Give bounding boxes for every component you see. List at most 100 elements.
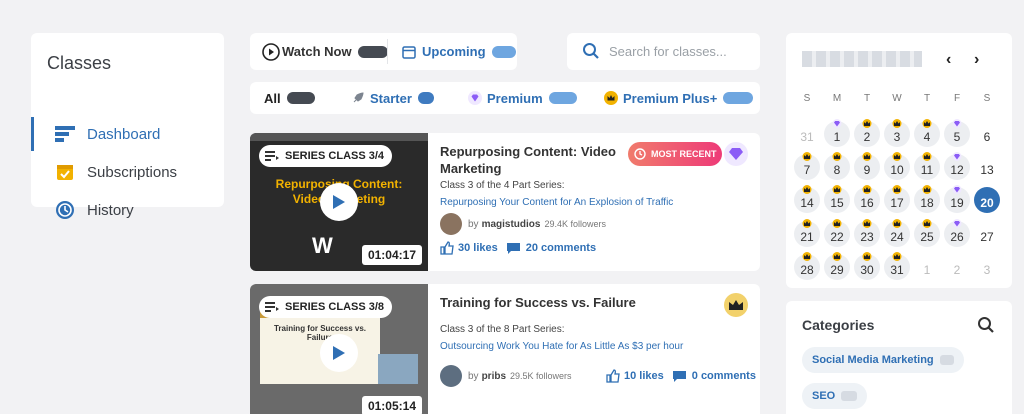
avatar[interactable] — [440, 365, 462, 387]
search-input[interactable]: Search for classes... — [609, 44, 727, 59]
calendar-day[interactable]: 4 — [914, 119, 940, 147]
calendar-day: 1 — [923, 263, 931, 277]
by-label: by — [468, 370, 479, 382]
crown-icon — [802, 217, 812, 228]
class-title[interactable]: Repurposing Content: Video Marketing — [440, 143, 620, 177]
categories-card: Categories Social Media Marketing SEO — [786, 301, 1012, 414]
calendar-day[interactable]: 2 — [854, 119, 880, 147]
calendar-day[interactable]: 25 — [914, 219, 940, 247]
calendar-next-button[interactable]: › — [974, 51, 979, 69]
calendar-day[interactable]: 26 — [944, 219, 970, 247]
calendar-day[interactable]: 16 — [854, 185, 880, 213]
calendar-day-today[interactable]: 20 — [974, 187, 1000, 213]
divider — [387, 39, 388, 64]
likes-count[interactable]: 10 likes — [624, 370, 664, 382]
calendar-day[interactable]: 23 — [854, 219, 880, 247]
play-button[interactable] — [320, 334, 358, 372]
class-card[interactable]: Repurposing Content: Video Marketing W S… — [250, 133, 760, 271]
crown-icon — [892, 250, 902, 261]
series-badge: SERIES CLASS 3/8 — [259, 296, 393, 318]
crown-icon — [922, 183, 932, 194]
calendar-day[interactable]: 1 — [824, 119, 850, 147]
calendar-icon — [402, 45, 416, 59]
calendar-day[interactable]: 30 — [854, 252, 880, 280]
calendar-day[interactable]: 7 — [794, 152, 820, 180]
count-badge — [357, 45, 388, 58]
play-circle-icon — [262, 42, 280, 61]
calendar-day[interactable]: 12 — [944, 152, 970, 180]
class-series-info: Class 3 of the 4 Part Series: — [440, 180, 565, 191]
calendar-day[interactable]: 5 — [944, 119, 970, 147]
calendar-day[interactable]: 19 — [944, 185, 970, 213]
calendar-day[interactable]: 29 — [824, 252, 850, 280]
avatar[interactable] — [440, 213, 462, 235]
author-name[interactable]: pribs — [482, 371, 506, 382]
thumbs-up-icon[interactable] — [606, 369, 620, 383]
diamond-icon — [832, 117, 842, 128]
filter-premium-plus[interactable]: Premium Plus+ — [604, 82, 754, 114]
calendar-day[interactable]: 15 — [824, 185, 850, 213]
calendar-day[interactable]: 14 — [794, 185, 820, 213]
calendar-day[interactable]: 13 — [974, 154, 1000, 180]
calendar-day[interactable]: 24 — [884, 219, 910, 247]
calendar-day[interactable]: 17 — [884, 185, 910, 213]
class-title[interactable]: Training for Success vs. Failure — [440, 294, 740, 311]
sidebar-item-history[interactable]: History — [31, 191, 224, 229]
calendar-day[interactable]: 8 — [824, 152, 850, 180]
premium-badge — [724, 142, 748, 166]
likes-count[interactable]: 30 likes — [458, 242, 498, 254]
author-name[interactable]: magistudios — [482, 219, 541, 230]
sidebar-item-dashboard[interactable]: Dashboard — [31, 115, 224, 153]
comment-icon[interactable] — [672, 370, 687, 383]
filter-starter[interactable]: Starter — [352, 82, 434, 114]
calendar-day[interactable]: 22 — [824, 219, 850, 247]
thumbs-up-icon[interactable] — [440, 241, 454, 255]
count-badge — [841, 391, 858, 401]
comments-count[interactable]: 20 comments — [526, 242, 596, 254]
calendar-day[interactable]: 21 — [794, 219, 820, 247]
category-chip[interactable]: Social Media Marketing — [802, 347, 964, 373]
classes-card: Classes Dashboard Subscriptions History — [31, 33, 224, 219]
search-box[interactable]: Search for classes... — [567, 33, 760, 70]
crown-icon — [922, 117, 932, 128]
diamond-icon — [952, 183, 962, 194]
calendar-day[interactable]: 31 — [884, 252, 910, 280]
badge-label: MOST RECENT — [651, 149, 717, 159]
calendar-day[interactable]: 27 — [974, 221, 1000, 247]
calendar-day[interactable]: 6 — [974, 121, 1000, 147]
diamond-icon — [952, 117, 962, 128]
calendar-day[interactable]: 10 — [884, 152, 910, 180]
chip-label: SEO — [812, 390, 836, 402]
video-thumbnail[interactable]: Repurposing Content: Video Marketing W S… — [250, 133, 428, 271]
diamond-icon — [728, 147, 744, 161]
crown-icon — [892, 183, 902, 194]
presenter-webcam — [378, 354, 418, 384]
crown-icon — [862, 117, 872, 128]
calendar-day[interactable]: 3 — [884, 119, 910, 147]
calendar-prev-button[interactable]: ‹ — [946, 51, 951, 69]
video-thumbnail[interactable]: Training for Success vs. Failure SERIES … — [250, 284, 428, 414]
calendar-day[interactable]: 28 — [794, 252, 820, 280]
calendar-day[interactable]: 11 — [914, 152, 940, 180]
comment-icon[interactable] — [506, 242, 521, 255]
search-icon[interactable] — [977, 316, 995, 339]
filter-bar: All Starter Premium Premium Plus+ — [250, 82, 760, 114]
sidebar-item-subscriptions[interactable]: Subscriptions — [31, 153, 224, 191]
chip-label: Social Media Marketing — [812, 354, 934, 366]
tab-watch-now[interactable]: Watch Now — [262, 33, 388, 70]
comments-count[interactable]: 0 comments — [692, 370, 756, 382]
filter-premium[interactable]: Premium — [468, 82, 577, 114]
category-chip[interactable]: SEO — [802, 383, 868, 409]
sidebar-title: Classes — [47, 53, 112, 73]
stats-row: 30 likes 20 comments — [440, 241, 596, 255]
calendar-day[interactable]: 9 — [854, 152, 880, 180]
filter-all[interactable]: All — [264, 82, 315, 114]
crown-icon — [892, 217, 902, 228]
play-button[interactable] — [320, 183, 358, 221]
class-series-link[interactable]: Outsourcing Work You Hate for As Little … — [440, 341, 740, 352]
class-series-link[interactable]: Repurposing Your Content for An Explosio… — [440, 197, 740, 208]
tab-upcoming[interactable]: Upcoming — [402, 33, 516, 70]
calendar-day[interactable]: 18 — [914, 185, 940, 213]
sidebar-item-label: Dashboard — [87, 125, 161, 143]
class-card[interactable]: Training for Success vs. Failure SERIES … — [250, 284, 760, 414]
